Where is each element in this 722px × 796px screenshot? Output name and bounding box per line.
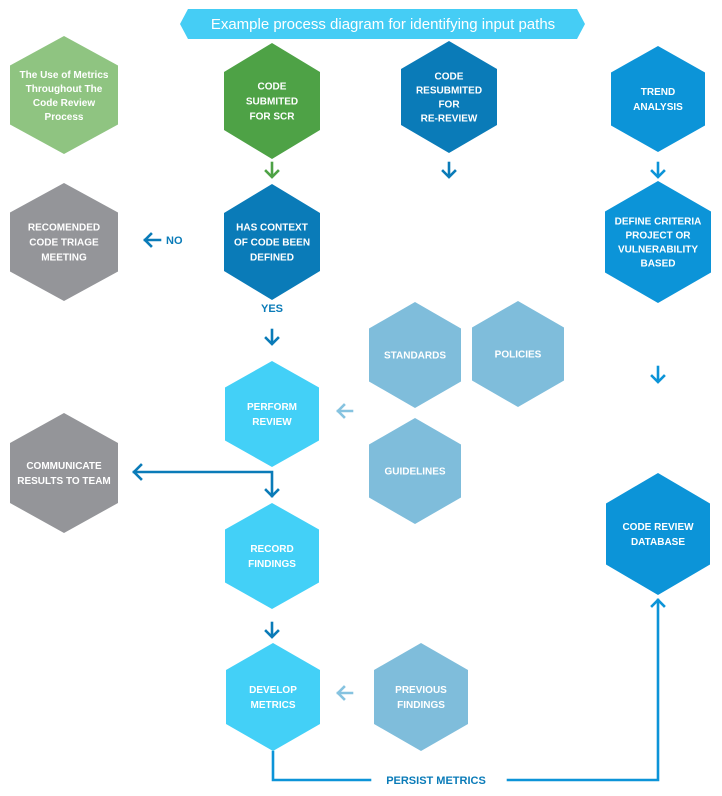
communicate-connector [132,463,280,498]
node-define-criteria: DEFINE CRITERIA PROJECT OR VULNERABILITY BA… [605,181,711,303]
node-label-line: RESUBMITED [416,86,482,97]
node-label-line: RESULTS TO TEAM [17,476,111,487]
yes-label: YES [261,303,283,315]
node-guidelines: GUIDELINES [369,418,461,524]
node-label-line: CODE [435,72,464,83]
node-label-line: FINDINGS [248,559,296,570]
node-label-line: The Use of Metrics [20,70,109,81]
node-label-line: METRICS [251,700,296,711]
hexagon-shape [374,643,468,751]
node-label-line: DEFINE CRITERIA [615,217,702,228]
node-policies: POLICIES [472,301,564,407]
node-record-findings: RECORD FINDINGS [225,503,319,609]
arrow-left-icon [336,685,354,701]
node-code-review-database: CODE REVIEW DATABASE [606,473,710,595]
process-diagram: Example process diagram for identifying … [10,9,711,787]
node-label-line: REVIEW [252,417,292,428]
node-label-line: FOR SCR [250,112,296,123]
node-label-line: PREVIOUS [395,685,447,696]
no-label: NO [166,235,183,247]
node-develop-metrics: DEVELOP METRICS [226,643,320,751]
hexagon-shape [606,473,710,595]
node-label-line: CODE TRIAGE [29,238,99,249]
persist-metrics-connector [271,598,666,782]
node-label-line: BASED [640,259,675,270]
node-code-submitted: CODE SUBMITED FOR SCR [224,43,320,159]
node-label-line: SUBMITED [246,97,298,108]
node-trend-analysis: TREND ANALYSIS [611,46,705,152]
node-label-line: MEETING [41,253,87,264]
node-label-line: ANALYSIS [633,102,683,113]
node-label-line: Code Review [33,98,95,109]
node-context-defined: HAS CONTEXT OF CODE BEEN DEFINED [224,184,320,300]
arrow-down-icon [650,365,666,384]
hexagon-shape [225,361,319,467]
arrow-down-icon [264,161,280,179]
hexagon-shape [605,181,711,303]
hexagon-shape [225,503,319,609]
node-label-line: Process [45,112,84,123]
node-label-line: VULNERABILITY [618,245,698,256]
node-label-line: FINDINGS [397,700,445,711]
node-label-line: POLICIES [495,350,542,361]
arrow-left-icon [143,232,162,248]
diagram-title: Example process diagram for identifying … [211,16,555,33]
arrow-left-icon [336,403,354,419]
node-use-of-metrics: The Use of Metrics Throughout The Code Rev… [10,36,118,154]
node-label-line: DATABASE [631,537,685,548]
node-label-line: DEVELOP [249,685,297,696]
node-label-line: FOR [438,100,460,111]
node-communicate-results: COMMUNICATE RESULTS TO TEAM [10,413,118,533]
title-banner: Example process diagram for identifying … [180,9,585,39]
hexagon-shape [401,41,497,153]
node-label-line: OF CODE BEEN [234,238,310,249]
node-label-line: CODE [258,82,287,93]
node-label-line: RECORD [250,544,293,555]
node-label-line: TREND [641,87,675,98]
arrow-down-icon [264,328,280,346]
node-label-line: DEFINED [250,253,294,264]
node-standards: STANDARDS [369,302,461,408]
node-code-resubmitted: CODE RESUBMITED FOR RE-REVIEW [401,41,497,153]
node-label-line: COMMUNICATE [26,461,102,472]
node-label-line: RECOMENDED [28,223,100,234]
hexagon-shape [611,46,705,152]
node-previous-findings: PREVIOUS FINDINGS [374,643,468,751]
hexagon-shape [10,413,118,533]
arrow-down-icon [441,161,457,179]
node-label-line: HAS CONTEXT [236,223,308,234]
node-label-line: STANDARDS [384,351,446,362]
node-triage-meeting: RECOMENDED CODE TRIAGE MEETING [10,183,118,301]
node-label-line: RE-REVIEW [421,114,478,125]
arrow-down-icon [264,621,280,639]
node-label-line: Throughout The [26,84,103,95]
hexagon-shape [10,36,118,154]
hexagon-shape [226,643,320,751]
arrow-down-icon [650,161,666,179]
persist-metrics-label: PERSIST METRICS [386,775,486,787]
node-label-line: GUIDELINES [384,467,445,478]
node-label-line: PERFORM [247,402,297,413]
node-label-line: CODE REVIEW [622,522,694,533]
node-perform-review: PERFORM REVIEW [225,361,319,467]
process-nodes: The Use of Metrics Throughout The Code Rev… [10,36,711,751]
node-label-line: PROJECT OR [625,231,691,242]
